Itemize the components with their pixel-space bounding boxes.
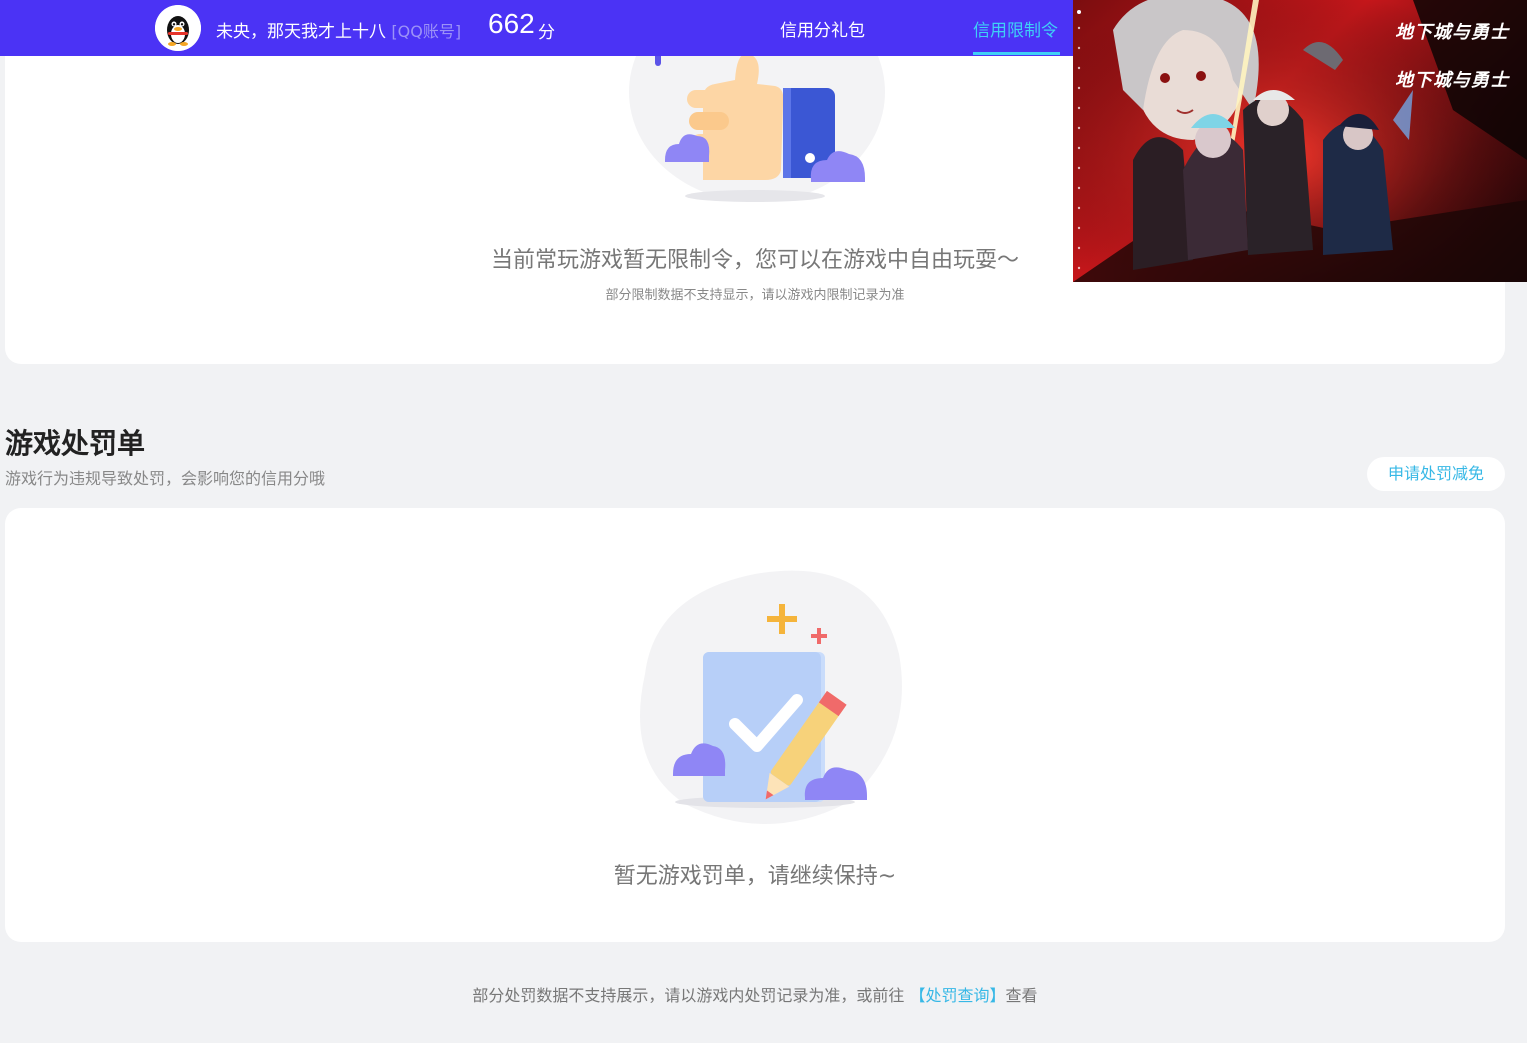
penalty-section-description: 游戏行为违规导致处罚，会影响您的信用分哦 bbox=[5, 469, 326, 488]
limit-empty-note: 部分限制数据不支持显示，请以游戏内限制记录为准 bbox=[605, 288, 905, 303]
avatar[interactable] bbox=[155, 5, 201, 51]
game-logo-secondary: 地下城与勇士 bbox=[1395, 70, 1509, 91]
account-type-tag: [QQ账号] bbox=[391, 22, 462, 41]
penalty-section-title: 游戏处罚单 bbox=[5, 427, 146, 460]
active-tab-indicator bbox=[973, 52, 1060, 55]
penalty-query-link[interactable]: 【处罚查询】 bbox=[910, 986, 1006, 1005]
penalty-footer-note: 部分处罚数据不支持展示，请以游戏内处罚记录为准，或前往 【处罚查询】查看 bbox=[0, 982, 1510, 1006]
penalty-empty-message: 暂无游戏罚单，请继续保持~ bbox=[613, 864, 897, 889]
username: 未央，那天我才上十八 [QQ账号] bbox=[216, 17, 461, 42]
game-logo-primary: 地下城与勇士 bbox=[1395, 22, 1509, 43]
footer-note-suffix: 查看 bbox=[1005, 986, 1038, 1005]
nav-credit-gift[interactable]: 信用分礼包 bbox=[780, 16, 865, 41]
credit-score: 662 bbox=[488, 8, 535, 39]
qq-penguin-icon bbox=[155, 5, 201, 51]
penalty-card: 暂无游戏罚单，请继续保持~ bbox=[5, 508, 1505, 942]
nav-credit-limit[interactable]: 信用限制令 bbox=[973, 16, 1058, 41]
apply-penalty-reduction-button[interactable]: 申请处罚减免 bbox=[1367, 457, 1505, 491]
top-header-bar: 未央，那天我才上十八 [QQ账号] 662 分 信用分礼包 信用限制令 bbox=[0, 0, 1073, 56]
empty-document-illustration bbox=[640, 570, 902, 824]
game-banner[interactable]: 地下城与勇士 地下城与勇士 bbox=[1073, 0, 1527, 282]
username-text: 未央，那天我才上十八 bbox=[216, 22, 386, 42]
banner-side-decoration bbox=[1077, 8, 1081, 278]
credit-score-unit: 分 bbox=[538, 23, 555, 43]
footer-note-prefix: 部分处罚数据不支持展示，请以游戏内处罚记录为准，或前往 bbox=[472, 986, 905, 1005]
